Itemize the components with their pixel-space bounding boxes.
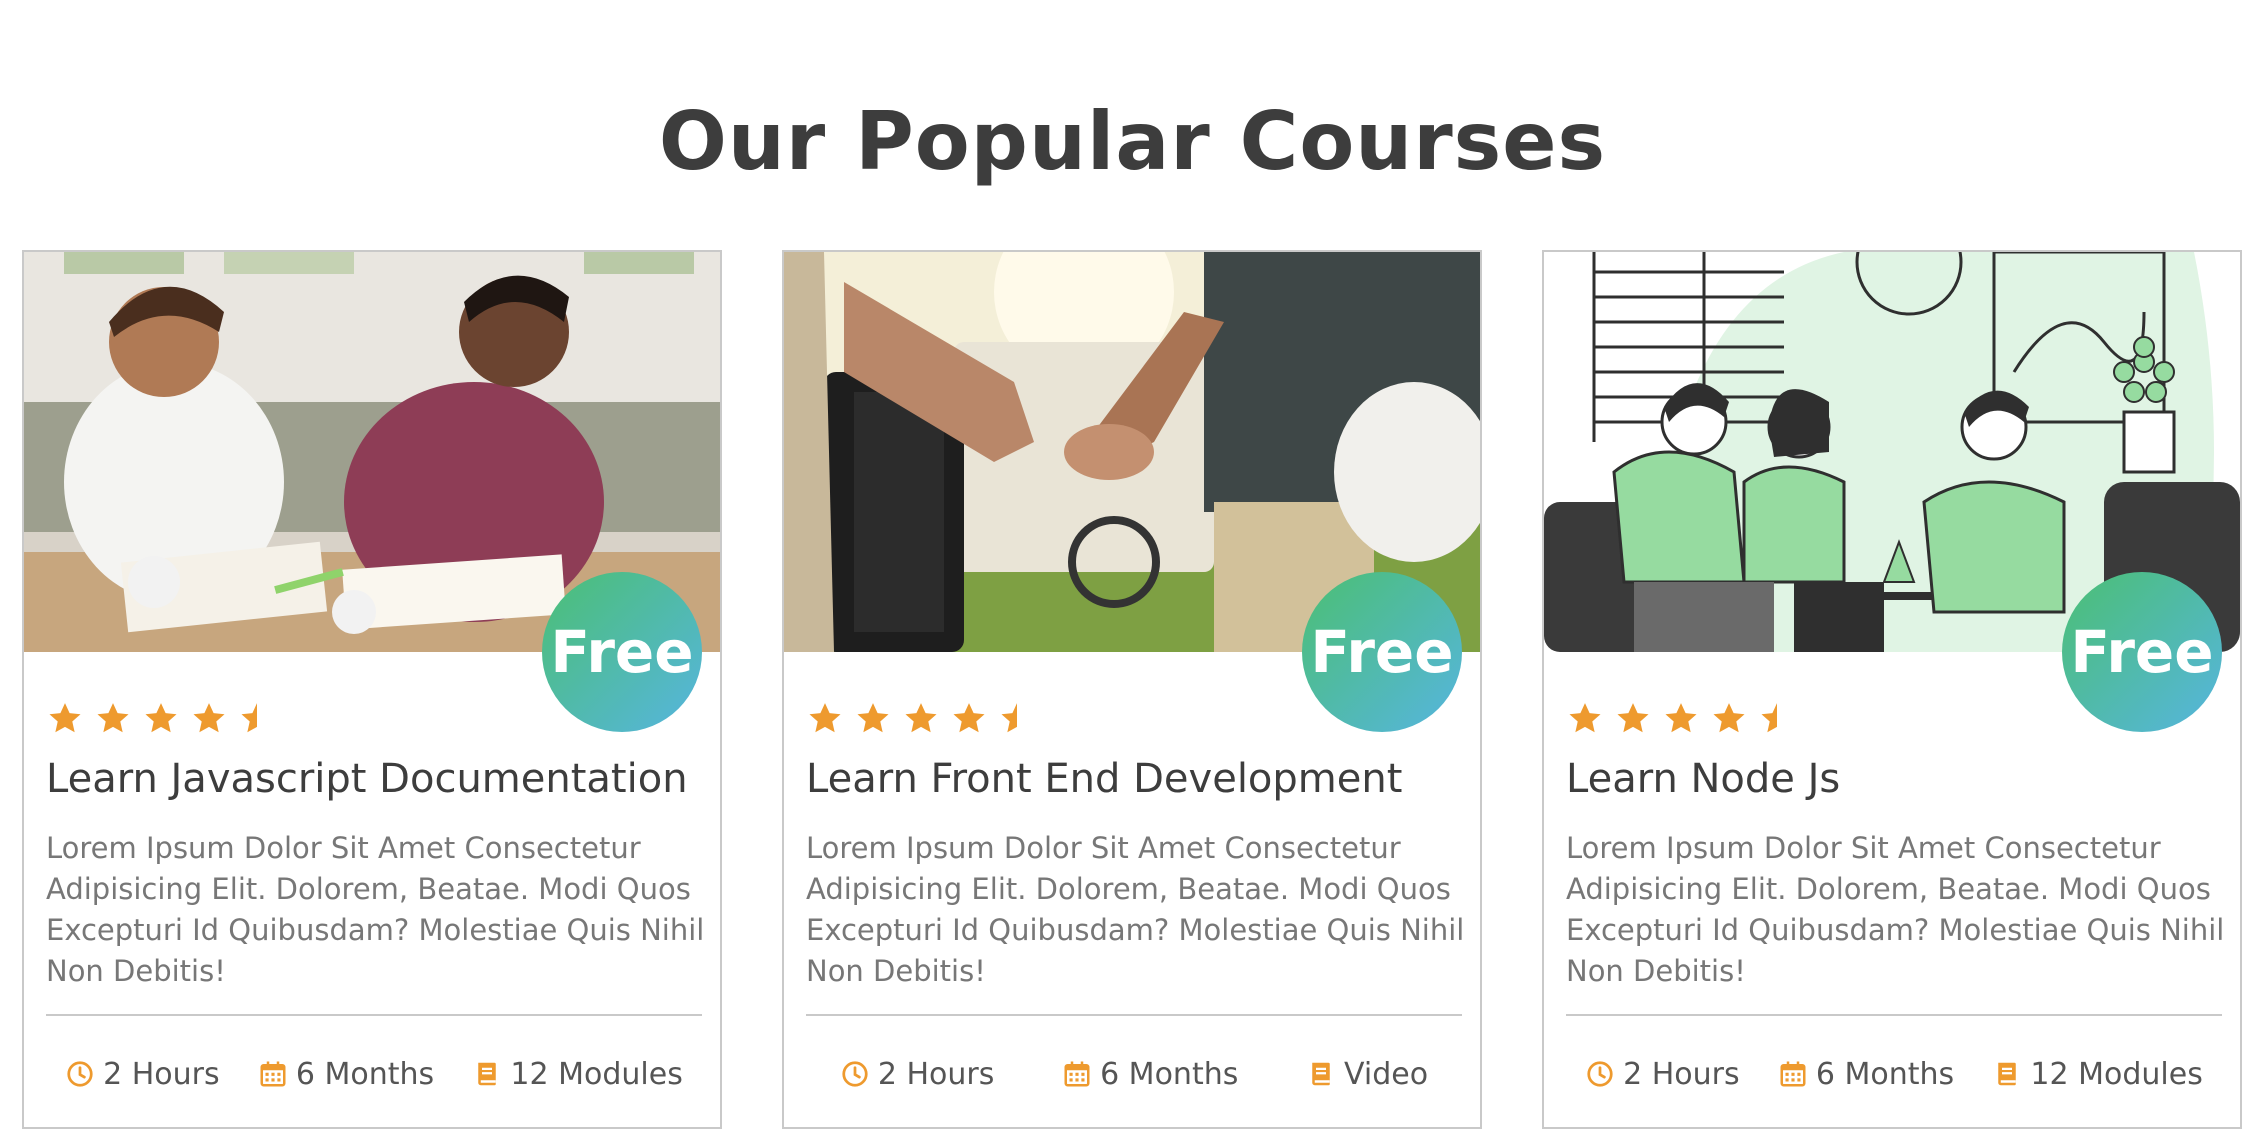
star-half-icon <box>241 703 257 733</box>
star-icon <box>193 703 225 733</box>
star-half-icon <box>1761 703 1777 733</box>
rating-stars <box>1566 700 1796 738</box>
divider <box>46 1014 702 1016</box>
clock-icon <box>67 1061 93 1087</box>
star-icon <box>953 703 985 733</box>
calendar-icon <box>1064 1061 1090 1087</box>
star-icon <box>145 703 177 733</box>
star-icon <box>1713 703 1745 733</box>
course-meta: 2 Hours 6 Months 12 Modules <box>1566 1048 2222 1100</box>
meta-period: 6 Months <box>258 1057 434 1092</box>
meta-period: 6 Months <box>1778 1057 1954 1092</box>
book-icon <box>478 1062 497 1086</box>
meta-modules: 12 Modules <box>472 1056 683 1092</box>
star-icon <box>905 703 937 733</box>
meta-duration: 2 Hours <box>1585 1057 1740 1092</box>
meta-modules-text: 12 Modules <box>2030 1056 2203 1092</box>
course-description: Lorem Ipsum Dolor Sit Amet Consectetur A… <box>1566 831 2225 988</box>
section-heading: Our Popular Courses <box>658 95 1607 188</box>
divider <box>806 1014 1462 1016</box>
calendar-icon <box>260 1061 286 1087</box>
clock-icon <box>842 1061 868 1087</box>
rating-stars <box>46 700 276 738</box>
clock-icon <box>1587 1061 1613 1087</box>
course-meta: 2 Hours 6 Months Video <box>806 1048 1462 1100</box>
star-half-icon <box>1001 703 1017 733</box>
meta-duration-text: 2 Hours <box>103 1056 220 1092</box>
divider <box>1566 1014 2222 1016</box>
meta-period-text: 6 Months <box>295 1056 435 1092</box>
course-card[interactable]: Free Learn Node Js Lorem Ipsum Dolor Sit… <box>1542 250 2242 1129</box>
meta-modules: 12 Modules <box>1992 1056 2203 1092</box>
course-title[interactable]: Learn Javascript Documentation <box>46 756 706 802</box>
star-icon <box>1569 703 1601 733</box>
free-badge: Free <box>542 572 702 732</box>
meta-duration: 2 Hours <box>840 1056 995 1092</box>
star-icon <box>1665 703 1697 733</box>
meta-format: Video <box>1306 1057 1428 1092</box>
star-icon <box>49 703 81 733</box>
calendar-icon <box>1780 1061 1806 1087</box>
free-badge: Free <box>2062 572 2222 732</box>
book-icon <box>1312 1062 1330 1086</box>
book-icon <box>1998 1062 2017 1086</box>
rating-stars <box>806 700 1036 738</box>
courses-section: Our Popular Courses Free Learn Javascrip… <box>0 0 2265 1147</box>
course-title[interactable]: Learn Node Js <box>1566 756 2226 802</box>
meta-duration-text: 2 Hours <box>1623 1056 1740 1092</box>
meta-duration-text: 2 Hours <box>877 1056 995 1092</box>
meta-period-text: 6 Months <box>1815 1056 1955 1092</box>
star-icon <box>1617 703 1649 733</box>
meta-period: 6 Months <box>1062 1057 1238 1092</box>
course-description: Lorem Ipsum Dolor Sit Amet Consectetur A… <box>46 831 705 988</box>
meta-modules-text: 12 Modules <box>510 1056 683 1092</box>
course-card[interactable]: Free Learn Javascript Documentation Lore… <box>22 250 722 1129</box>
course-card[interactable]: Free Learn Front End Development Lorem I… <box>782 250 1482 1129</box>
free-badge: Free <box>1302 572 1462 732</box>
star-icon <box>809 703 841 733</box>
meta-format-text: Video <box>1344 1056 1429 1092</box>
star-icon <box>857 703 889 733</box>
meta-duration: 2 Hours <box>65 1057 220 1092</box>
course-meta: 2 Hours 6 Months 12 Modules <box>46 1048 702 1100</box>
star-icon <box>97 703 129 733</box>
course-title[interactable]: Learn Front End Development <box>806 756 1466 802</box>
course-description: Lorem Ipsum Dolor Sit Amet Consectetur A… <box>806 831 1465 988</box>
meta-period-text: 6 Months <box>1100 1056 1239 1092</box>
